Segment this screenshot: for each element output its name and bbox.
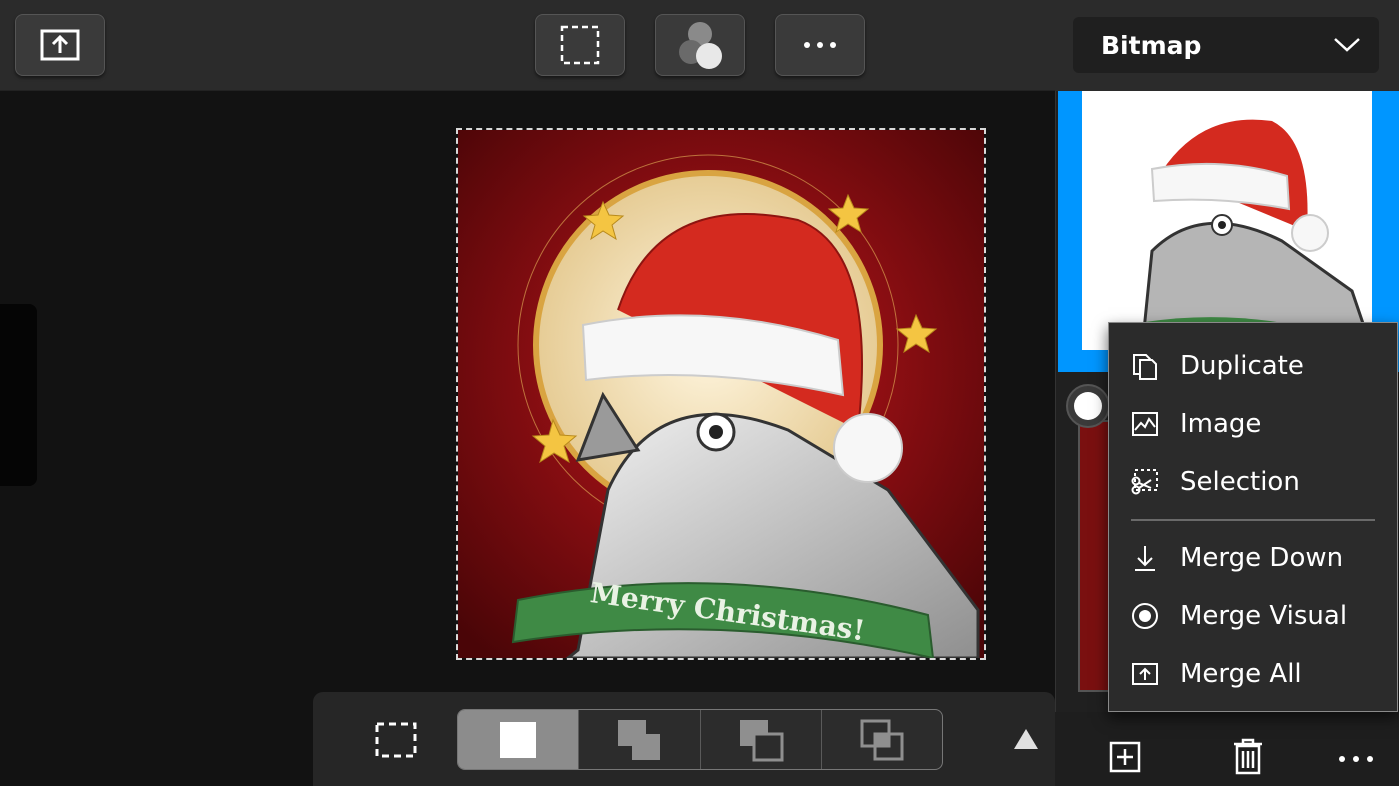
- selection-cut-icon: [1131, 469, 1158, 495]
- layer-type-selected: Bitmap: [1101, 30, 1202, 60]
- chevron-down-icon: [1334, 38, 1360, 52]
- subtract-squares-icon: [739, 719, 784, 761]
- layers-footer: [1055, 712, 1399, 786]
- selection-mode-segmented-control: [457, 709, 943, 770]
- more-options-button[interactable]: [775, 14, 865, 76]
- menu-label: Image: [1180, 409, 1262, 439]
- selection-mode-new[interactable]: [458, 710, 580, 769]
- more-layer-options-icon[interactable]: [1338, 755, 1374, 763]
- menu-item-image[interactable]: Image: [1109, 397, 1397, 451]
- toggle-dot: [1074, 392, 1102, 420]
- union-squares-icon: [618, 719, 661, 760]
- menu-label: Duplicate: [1180, 351, 1304, 381]
- menu-label: Merge Down: [1180, 543, 1344, 573]
- artwork-image: Merry Christmas!: [458, 130, 984, 658]
- menu-label: Merge Visual: [1180, 601, 1348, 631]
- top-toolbar: [0, 0, 1055, 91]
- selection-mode-subtract[interactable]: [701, 710, 822, 769]
- export-button[interactable]: [15, 14, 105, 76]
- merge-all-icon: [1132, 663, 1158, 685]
- selection-mode-add[interactable]: [579, 710, 701, 769]
- merge-visual-icon: [1132, 603, 1158, 629]
- expand-up-icon[interactable]: [1012, 727, 1040, 751]
- menu-divider: [1131, 519, 1375, 521]
- square-filled-icon: [500, 721, 537, 758]
- duplicate-icon: [1133, 354, 1157, 380]
- menu-item-merge-visual[interactable]: Merge Visual: [1109, 589, 1397, 643]
- menu-item-merge-down[interactable]: Merge Down: [1109, 531, 1397, 585]
- add-layer-icon[interactable]: [1109, 741, 1141, 773]
- menu-label: Merge All: [1180, 659, 1302, 689]
- image-icon: [1132, 412, 1158, 436]
- christmas-artwork[interactable]: Merry Christmas!: [456, 128, 986, 660]
- marquee-select-icon[interactable]: [375, 722, 417, 758]
- side-panel-handle[interactable]: [0, 304, 37, 486]
- marquee-select-icon: [560, 25, 600, 65]
- merge-down-icon: [1135, 546, 1155, 571]
- delete-layer-icon[interactable]: [1232, 737, 1264, 775]
- layer-visibility-toggle[interactable]: [1066, 384, 1110, 428]
- layer-type-dropdown[interactable]: Bitmap: [1073, 17, 1379, 73]
- selection-tool-button[interactable]: [535, 14, 625, 76]
- export-icon: [40, 29, 80, 61]
- menu-item-selection[interactable]: Selection: [1109, 455, 1397, 509]
- ellipsis-icon: [804, 42, 836, 48]
- layer-context-menu: Duplicate Image Selection Merge Down Mer…: [1108, 322, 1398, 712]
- intersect-squares-icon: [860, 719, 904, 760]
- blend-circles-icon: [679, 22, 722, 69]
- blend-layers-button[interactable]: [655, 14, 745, 76]
- menu-item-merge-all[interactable]: Merge All: [1109, 647, 1397, 701]
- menu-label: Selection: [1180, 467, 1300, 497]
- selection-mode-intersect[interactable]: [822, 710, 942, 769]
- layer-thumbnail: [1082, 91, 1372, 350]
- menu-item-duplicate[interactable]: Duplicate: [1109, 339, 1397, 393]
